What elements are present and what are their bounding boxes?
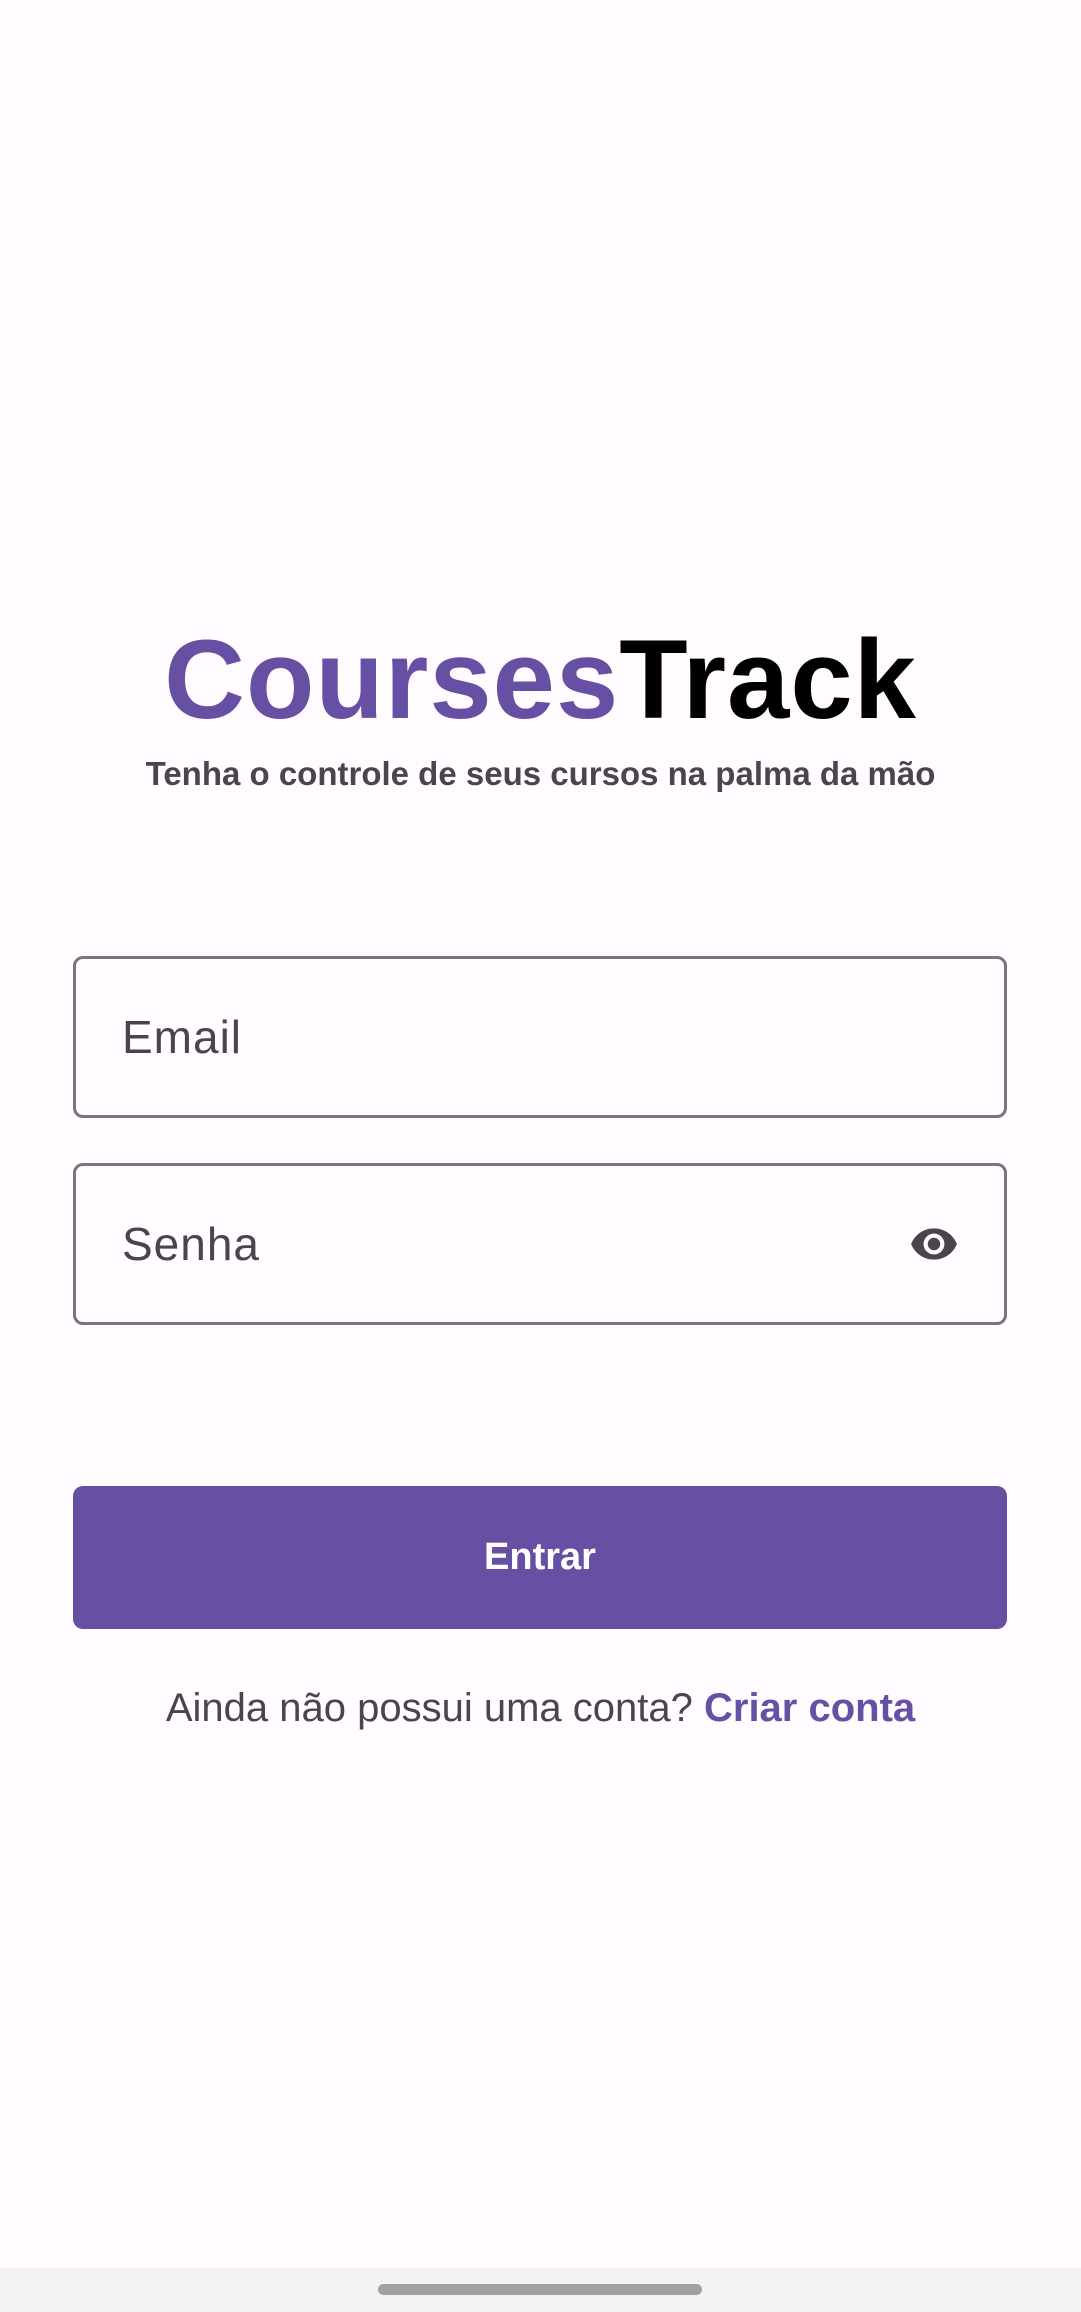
- eye-icon[interactable]: [900, 1219, 968, 1269]
- email-placeholder: Email: [122, 1011, 243, 1063]
- login-screen: CoursesTrack Tenha o controle de seus cu…: [0, 0, 1081, 2312]
- tagline: Tenha o controle de seus cursos na palma…: [145, 755, 936, 792]
- signup-prompt: Ainda não possui uma conta? Criar conta: [0, 1680, 1081, 1736]
- create-account-link[interactable]: Criar conta: [704, 1686, 915, 1730]
- email-field[interactable]: Email: [73, 956, 1007, 1118]
- app-logo: CoursesTrack: [0, 612, 1081, 748]
- gesture-handle[interactable]: [378, 2284, 702, 2295]
- logo-courses: Courses: [164, 617, 620, 742]
- system-navigation-bar: [0, 2268, 1081, 2312]
- signup-prompt-text: Ainda não possui uma conta?: [165, 1686, 693, 1730]
- logo-track: Track: [619, 617, 917, 742]
- login-button[interactable]: Entrar: [73, 1486, 1007, 1629]
- password-field[interactable]: Senha: [73, 1163, 1007, 1325]
- password-placeholder: Senha: [122, 1218, 261, 1270]
